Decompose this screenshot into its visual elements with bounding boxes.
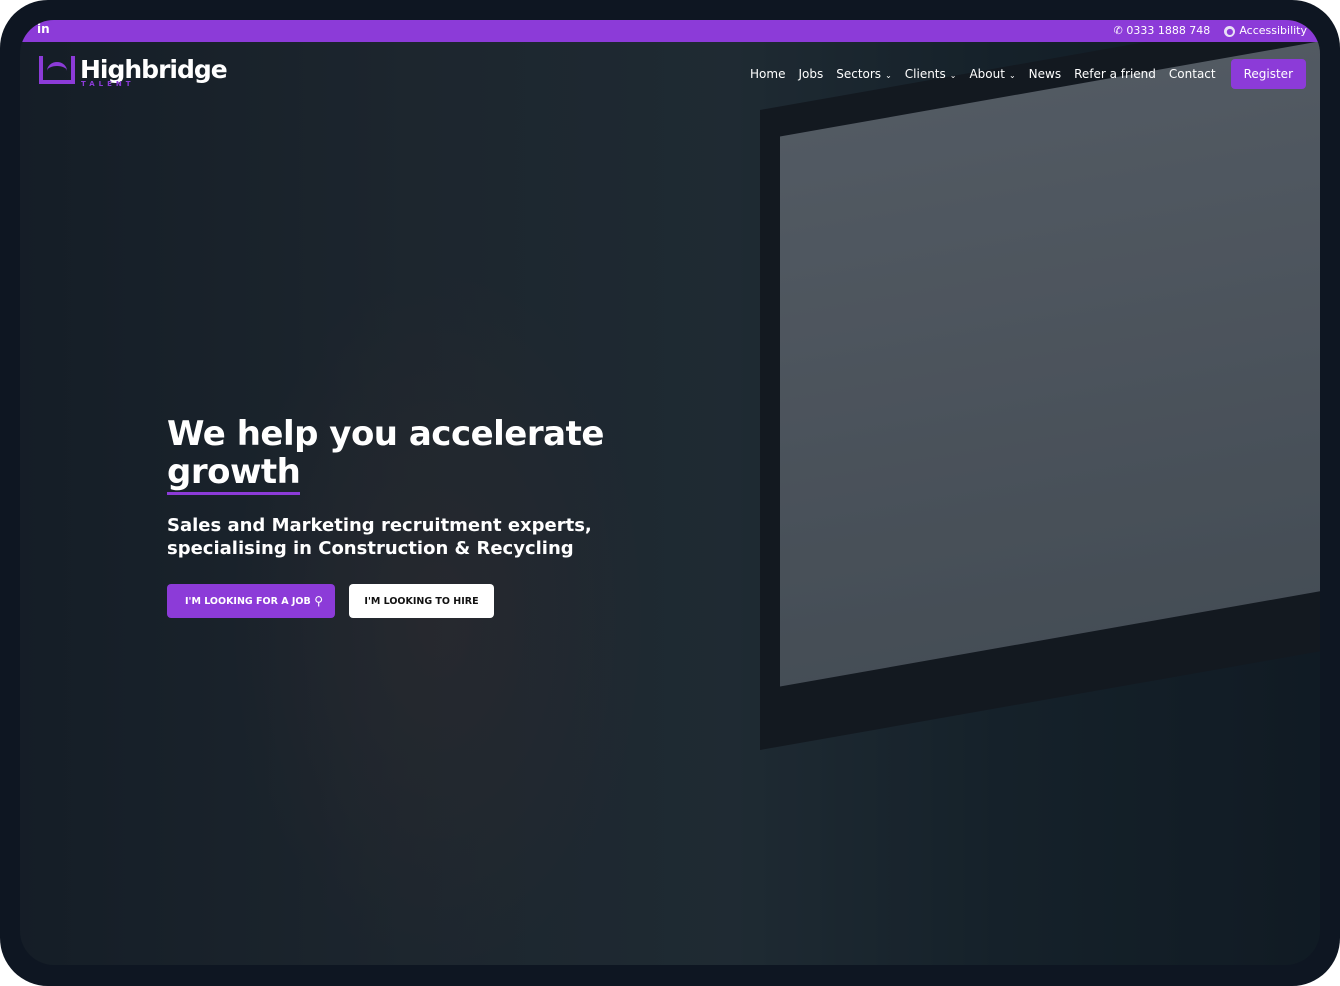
hero-content: We help you accelerate growth Sales and … [167, 415, 607, 618]
nav-clients-label: Clients [904, 67, 946, 81]
nav-refer[interactable]: Refer a friend [1074, 67, 1156, 81]
top-bar: in ✆ 0333 1888 748 ● Accessibility [20, 20, 1320, 42]
hero-title-emphasis: growth [167, 452, 301, 495]
phone-icon: ✆ [1113, 24, 1127, 37]
accessibility-icon: ● [1224, 26, 1236, 37]
nav-home[interactable]: Home [750, 67, 785, 81]
logo-tagline: TALENT [81, 80, 135, 88]
phone-link[interactable]: ✆ 0333 1888 748 [1114, 24, 1211, 37]
nav-about[interactable]: About ⌄ [969, 67, 1015, 81]
nav-news[interactable]: News [1029, 67, 1061, 81]
logo[interactable]: Highbridge TALENT [39, 56, 228, 88]
accessibility-label: Accessibility [1239, 24, 1307, 37]
hero-title-start: We help you accelerate [167, 414, 604, 454]
register-button[interactable]: Register [1230, 59, 1306, 89]
linkedin-icon[interactable]: in [37, 22, 50, 36]
nav-contact[interactable]: Contact [1169, 67, 1216, 81]
nav-sectors-label: Sectors [836, 67, 882, 81]
chevron-down-icon: ⌄ [885, 71, 892, 80]
nav-about-label: About [969, 67, 1005, 81]
search-icon: ⚲ [314, 594, 323, 608]
looking-for-job-button[interactable]: I'M LOOKING FOR A JOB ⚲ [167, 584, 335, 618]
looking-to-hire-button[interactable]: I'M LOOKING TO HIRE [349, 584, 494, 618]
looking-for-job-label: I'M LOOKING FOR A JOB [185, 595, 311, 607]
hero-title: We help you accelerate growth [167, 414, 607, 495]
hero-screen: in ✆ 0333 1888 748 ● Accessibility Highbr… [20, 20, 1320, 965]
accessibility-link[interactable]: ● Accessibility [1224, 24, 1307, 37]
nav-clients[interactable]: Clients ⌄ [905, 67, 957, 81]
hero-subtitle: Sales and Marketing recruitment experts,… [167, 515, 592, 559]
device-frame: in ✆ 0333 1888 748 ● Accessibility Highbr… [0, 0, 1340, 986]
logo-mark-icon [39, 56, 75, 84]
phone-number: 0333 1888 748 [1126, 24, 1211, 37]
chevron-down-icon: ⌄ [949, 71, 957, 80]
nav-sectors[interactable]: Sectors ⌄ [836, 67, 892, 81]
main-nav: Home Jobs Sectors ⌄ Clients ⌄ About ⌄ News … [750, 59, 1306, 89]
nav-jobs[interactable]: Jobs [798, 67, 823, 81]
chevron-down-icon: ⌄ [1008, 71, 1016, 80]
